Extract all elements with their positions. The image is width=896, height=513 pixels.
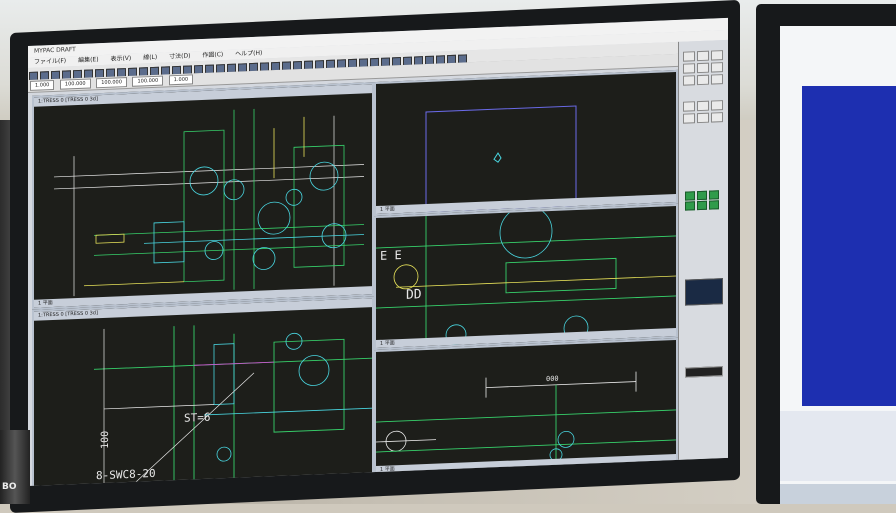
menu-view[interactable]: 表示(V) bbox=[110, 55, 131, 63]
cad-label-swc: 8-SWC8-20 bbox=[96, 467, 156, 482]
panel-button[interactable] bbox=[683, 101, 695, 112]
cad-label-dd: DD bbox=[406, 287, 422, 303]
can-label: BO bbox=[2, 482, 17, 492]
drink-cans: BO bbox=[0, 430, 30, 504]
window-title: MYPAC DRAFT bbox=[34, 46, 76, 55]
tool-panel bbox=[678, 39, 728, 460]
value-field[interactable]: 100.000 bbox=[132, 75, 164, 87]
panel-button[interactable] bbox=[683, 51, 695, 62]
menu-draw[interactable]: 作図(C) bbox=[202, 51, 223, 59]
cad-viewport-2[interactable]: 1 平面 bbox=[374, 69, 678, 217]
cad-drawing-4: DD E E bbox=[376, 205, 676, 347]
panel-button[interactable] bbox=[711, 62, 723, 73]
value-field[interactable]: 1.000 bbox=[30, 79, 55, 91]
menu-edit[interactable]: 編集(E) bbox=[78, 56, 98, 64]
cad-viewport-5[interactable]: 000 1 平面 bbox=[374, 337, 678, 477]
menu-line[interactable]: 線(L) bbox=[143, 54, 157, 62]
green-button[interactable] bbox=[685, 201, 695, 211]
panel-button[interactable] bbox=[683, 75, 695, 86]
secondary-viewport bbox=[802, 86, 896, 406]
cad-viewport-3[interactable]: 1:TRESS 0 [TRESS 0 3d] ST=6 100 8-SWC8-2… bbox=[32, 296, 374, 486]
green-button[interactable] bbox=[697, 190, 707, 201]
status-indicator bbox=[685, 366, 723, 378]
menu-dimension[interactable]: 寸法(D) bbox=[169, 52, 190, 60]
panel-button[interactable] bbox=[711, 74, 723, 85]
cad-viewport-1[interactable]: 1:TRESS 0 [TRESS 0 3d] 1 平面 bbox=[32, 82, 374, 310]
taskbar bbox=[780, 484, 896, 504]
green-button[interactable] bbox=[685, 191, 695, 201]
green-button[interactable] bbox=[709, 200, 719, 210]
cad-label-dim: 000 bbox=[546, 375, 559, 384]
panel-button[interactable] bbox=[683, 113, 695, 124]
panel-button[interactable] bbox=[697, 62, 709, 74]
cad-drawing-1 bbox=[54, 108, 364, 297]
cad-drawing-3: ST=6 100 8-SWC8-20 bbox=[94, 325, 372, 485]
panel-button[interactable] bbox=[697, 112, 709, 124]
cad-viewport-4[interactable]: DD E E 1 平面 bbox=[374, 203, 678, 351]
panel-button[interactable] bbox=[697, 100, 709, 112]
panel-button[interactable] bbox=[697, 74, 709, 86]
secondary-monitor-screen bbox=[780, 26, 896, 504]
value-field[interactable]: 100.000 bbox=[96, 77, 127, 89]
green-button[interactable] bbox=[697, 200, 707, 211]
value-field[interactable]: 1.000 bbox=[168, 74, 194, 86]
cad-drawing-5: 000 bbox=[376, 371, 676, 467]
panel-button[interactable] bbox=[697, 50, 709, 62]
menu-help[interactable]: ヘルプ(H) bbox=[235, 50, 262, 58]
green-button[interactable] bbox=[709, 190, 719, 200]
panel-button[interactable] bbox=[683, 63, 695, 74]
cad-label-100: 100 bbox=[100, 431, 111, 449]
cad-drawing-2 bbox=[425, 105, 577, 213]
cad-label-ee: E E bbox=[380, 248, 402, 263]
cad-label-st: ST=6 bbox=[184, 411, 210, 425]
calendar-widget bbox=[780, 411, 896, 481]
preview-thumbnail bbox=[685, 278, 723, 306]
panel-button[interactable] bbox=[711, 50, 723, 61]
panel-button[interactable] bbox=[711, 100, 723, 111]
menu-file[interactable]: ファイル(F) bbox=[34, 57, 66, 65]
main-monitor-screen: MYPAC DRAFT ファイル(F) 編集(E) 表示(V) 線(L) 寸法(… bbox=[28, 17, 728, 486]
value-field[interactable]: 100.000 bbox=[59, 78, 91, 90]
panel-button[interactable] bbox=[711, 112, 723, 123]
